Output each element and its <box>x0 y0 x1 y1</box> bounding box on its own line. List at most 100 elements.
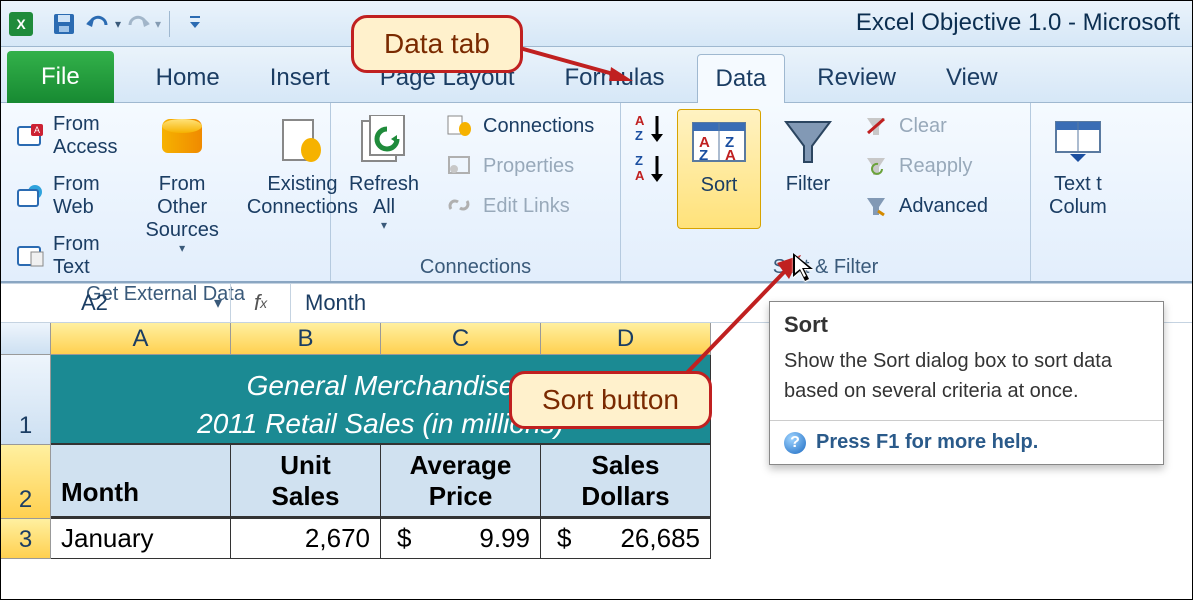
header-sales-dollars[interactable]: Sales Dollars <box>541 445 711 519</box>
svg-text:Z: Z <box>635 128 643 143</box>
connections-button[interactable]: Connections <box>439 109 600 143</box>
formula-content[interactable]: Month <box>291 290 366 316</box>
svg-text:Z: Z <box>699 147 708 164</box>
label: From Access <box>53 113 119 159</box>
sort-ascending-button[interactable]: AZ <box>633 115 663 141</box>
cell-sales-dollars[interactable]: $ 26,685 <box>541 519 711 559</box>
refresh-all-button[interactable]: Refresh All ▾ <box>341 109 427 237</box>
callout-sort-button: Sort button <box>509 371 712 429</box>
cell-month[interactable]: January <box>51 519 231 559</box>
col-header-a[interactable]: A <box>51 323 231 355</box>
app-title: Excel Objective 1.0 - Microsoft <box>856 9 1180 37</box>
ribbon: A From Access From Web From Text <box>1 103 1192 283</box>
reapply-button[interactable]: Reapply <box>855 149 994 183</box>
currency-symbol: $ <box>551 523 571 554</box>
group-get-external-data: A From Access From Web From Text <box>1 103 331 281</box>
sort-descending-button[interactable]: ZA <box>633 155 663 181</box>
row-header-3[interactable]: 3 <box>1 519 50 559</box>
tab-review[interactable]: Review <box>799 54 914 102</box>
caret-icon: ▾ <box>381 219 387 233</box>
from-web-button[interactable]: From Web <box>11 169 125 223</box>
svg-text:A: A <box>635 168 645 183</box>
caret-icon: ▾ <box>179 242 185 256</box>
svg-text:A: A <box>725 147 736 164</box>
undo-button[interactable] <box>84 10 112 38</box>
filter-button[interactable]: Filter <box>773 109 843 200</box>
tab-insert[interactable]: Insert <box>252 54 348 102</box>
label: Advanced <box>899 195 988 218</box>
tab-home[interactable]: Home <box>138 54 238 102</box>
connections-icon <box>274 113 330 169</box>
advanced-button[interactable]: Advanced <box>855 189 994 223</box>
sort-icon: AZZA <box>691 114 747 170</box>
col-header-c[interactable]: C <box>381 323 541 355</box>
header-unit-sales[interactable]: Unit Sales <box>231 445 381 519</box>
redo-button[interactable] <box>124 10 152 38</box>
table-row[interactable]: January 2,670 $ 9.99 $ 26,685 <box>51 519 711 559</box>
sort-asc-icon: AZ <box>633 115 663 141</box>
redo-caret-icon[interactable]: ▾ <box>155 17 161 31</box>
fx-button[interactable]: fx <box>231 284 291 322</box>
clear-icon <box>861 113 891 139</box>
tooltip-help: ? Press F1 for more help. <box>770 420 1163 464</box>
label: Sort <box>701 174 738 197</box>
row-header-2[interactable]: 2 <box>1 445 50 519</box>
web-icon <box>17 183 45 209</box>
cell-unit-sales[interactable]: 2,670 <box>231 519 381 559</box>
svg-text:A: A <box>635 113 645 128</box>
undo-caret-icon[interactable]: ▾ <box>115 17 121 31</box>
cursor-icon <box>791 251 817 283</box>
label: Text t Colum <box>1049 173 1107 219</box>
access-icon: A <box>17 123 45 149</box>
qat-separator <box>169 11 170 37</box>
help-icon: ? <box>784 432 806 454</box>
label: Filter <box>786 173 830 196</box>
name-box[interactable]: A2 <box>1 284 231 322</box>
filter-icon <box>780 113 836 169</box>
sort-button[interactable]: AZZA Sort <box>677 109 761 229</box>
text-to-columns-button[interactable]: Text t Colum <box>1041 109 1115 223</box>
label: Clear <box>899 115 947 138</box>
col-header-b[interactable]: B <box>231 323 381 355</box>
properties-icon <box>445 153 475 179</box>
row-header-1[interactable]: 1 <box>1 355 50 445</box>
svg-text:A: A <box>34 125 40 135</box>
value: 26,685 <box>620 523 700 554</box>
header-avg-price[interactable]: Average Price <box>381 445 541 519</box>
tab-data[interactable]: Data <box>697 54 786 103</box>
header-month[interactable]: Month <box>51 445 231 519</box>
from-access-button[interactable]: A From Access <box>11 109 125 163</box>
callout-data-tab: Data tab <box>351 15 523 73</box>
text-to-columns-icon <box>1050 113 1106 169</box>
label: Edit Links <box>483 195 570 218</box>
group-data-tools: Text t Colum <box>1031 103 1121 281</box>
reapply-icon <box>861 153 891 179</box>
label: Reapply <box>899 155 972 178</box>
label: Refresh All <box>349 173 419 219</box>
save-button[interactable] <box>50 10 78 38</box>
tab-view[interactable]: View <box>928 54 1016 102</box>
name-box-value: A2 <box>81 290 108 316</box>
tooltip-help-text: Press F1 for more help. <box>816 431 1038 454</box>
clear-button[interactable]: Clear <box>855 109 994 143</box>
label: From Web <box>53 173 119 219</box>
label: Properties <box>483 155 574 178</box>
from-other-sources-button[interactable]: From Other Sources ▾ <box>137 109 226 260</box>
database-icon <box>154 113 210 169</box>
advanced-icon <box>861 193 891 219</box>
excel-logo-icon: X <box>9 12 33 36</box>
select-all-cell[interactable] <box>1 323 50 355</box>
properties-button[interactable]: Properties <box>439 149 600 183</box>
value: 9.99 <box>479 523 530 554</box>
label: From Other Sources <box>145 173 218 242</box>
group-title <box>1041 256 1111 279</box>
group-title: Connections <box>341 256 610 279</box>
edit-links-button[interactable]: Edit Links <box>439 189 600 223</box>
currency-symbol: $ <box>391 523 411 554</box>
sort-desc-icon: ZA <box>633 155 663 181</box>
cell-avg-price[interactable]: $ 9.99 <box>381 519 541 559</box>
from-text-button[interactable]: From Text <box>11 229 125 283</box>
qat-customize-button[interactable] <box>181 10 209 38</box>
tab-file[interactable]: File <box>7 51 114 103</box>
group-connections: Refresh All ▾ Connections Properties <box>331 103 621 281</box>
